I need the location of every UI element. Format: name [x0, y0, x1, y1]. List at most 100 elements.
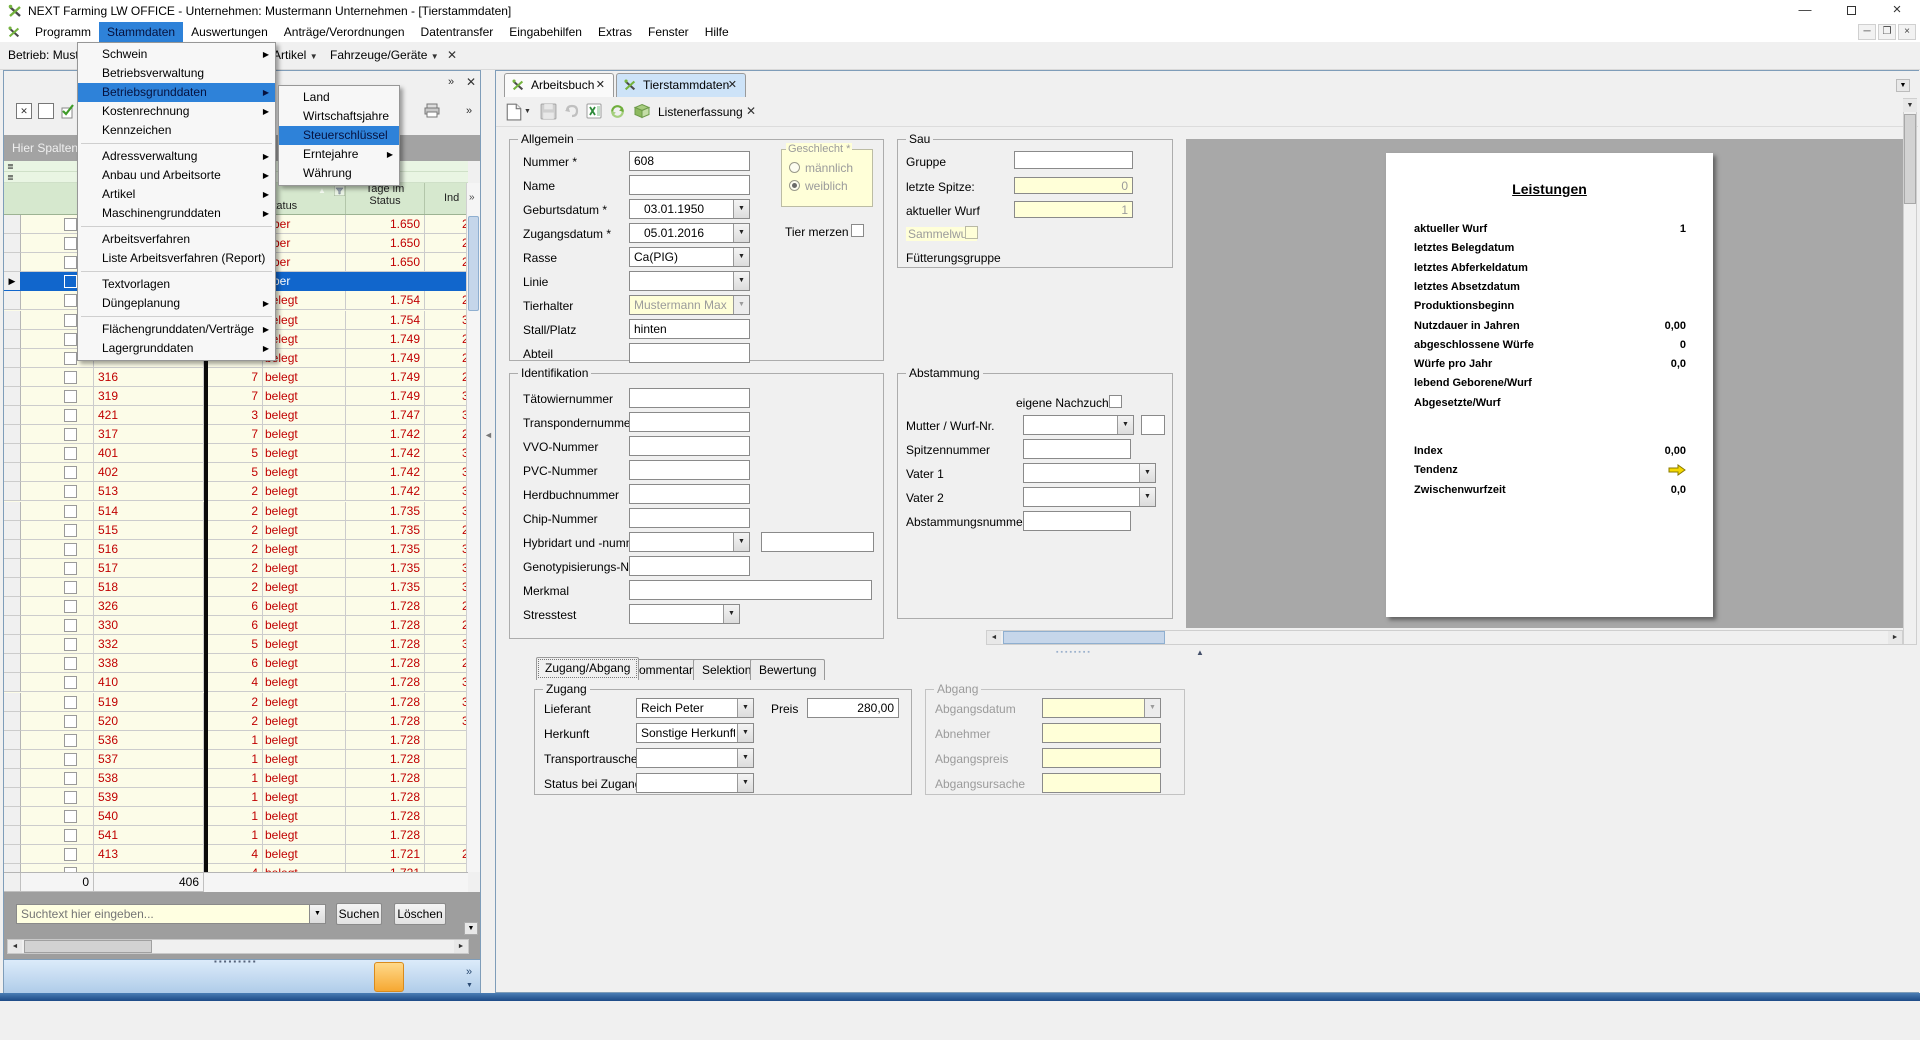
wurf-nr-field[interactable] — [1141, 415, 1165, 435]
overflow-chevron-icon[interactable]: » — [448, 76, 454, 88]
scroll-left-icon[interactable]: ◄ — [8, 940, 22, 953]
mdi-minimize-icon[interactable]: ─ — [1858, 24, 1876, 40]
menubar-item-auswertungen[interactable]: Auswertungen — [183, 22, 276, 42]
menu-item-arbeitsverfahren[interactable]: Arbeitsverfahren — [78, 230, 275, 249]
chip-nummer-field[interactable] — [629, 508, 750, 528]
row-checkbox[interactable] — [64, 581, 77, 594]
menubar-item-hilfe[interactable]: Hilfe — [697, 22, 737, 42]
menu-item-lagergrunddaten[interactable]: Lagergrunddaten▶ — [78, 339, 275, 358]
pig-module-icon[interactable] — [378, 966, 400, 988]
table-row[interactable]: 5192belegt1.7283 — [4, 693, 468, 713]
table-row[interactable]: 5152belegt1.7352 — [4, 521, 468, 541]
tier-merzen-checkbox[interactable] — [851, 224, 864, 237]
artikel-dropdown[interactable]: Artikel ▼ — [273, 48, 318, 62]
menu-item-adressverwaltung[interactable]: Adressverwaltung▶ — [78, 147, 275, 166]
listenerfassung-box-icon[interactable] — [633, 103, 651, 120]
menu-item-wirtschaftsjahre[interactable]: Wirtschaftsjahre — [279, 107, 399, 126]
scrollbar-thumb[interactable] — [1003, 631, 1165, 644]
transpondernummer-field[interactable] — [629, 412, 750, 432]
spitzennummer-field[interactable] — [1023, 439, 1131, 459]
close-button[interactable]: × — [1874, 0, 1920, 22]
menu-item-dngeplanung[interactable]: Düngeplanung▶ — [78, 294, 275, 313]
collapse-left-icon[interactable]: ◄ — [484, 430, 493, 440]
row-checkbox[interactable] — [64, 734, 77, 747]
panel-close-icon[interactable]: ✕ — [466, 75, 476, 89]
toolbar-close-icon[interactable]: ✕ — [447, 48, 457, 62]
mutter-select[interactable]: ▼ — [1023, 415, 1134, 435]
row-checkbox[interactable] — [64, 447, 77, 460]
rasse-select[interactable]: Ca(PIG)▼ — [629, 247, 750, 267]
row-checkbox[interactable] — [64, 772, 77, 785]
genotypisierung-field[interactable] — [629, 556, 750, 576]
scroll-down-icon[interactable]: ▼ — [1903, 99, 1917, 112]
lieferant-select[interactable]: Reich Peter▼ — [636, 698, 754, 718]
table-row[interactable]: 3197belegt1.7493 — [4, 387, 468, 407]
row-checkbox[interactable] — [64, 218, 77, 231]
table-row[interactable]: 4belegt1.721 — [4, 864, 468, 872]
table-row[interactable]: 5182belegt1.7353 — [4, 578, 468, 598]
suchen-button[interactable]: Suchen — [336, 903, 382, 925]
row-checkbox[interactable] — [64, 638, 77, 651]
table-row[interactable]: 3177belegt1.7422 — [4, 425, 468, 445]
scrollbar-thumb[interactable] — [24, 940, 152, 953]
hybridart-select[interactable]: ▼ — [629, 532, 750, 552]
scroll-right-icon[interactable]: ► — [454, 940, 468, 953]
table-row[interactable]: 5401belegt1.728 — [4, 807, 468, 827]
vater1-select[interactable]: ▼ — [1023, 463, 1156, 483]
row-checkbox[interactable] — [64, 390, 77, 403]
refresh-icon[interactable] — [609, 103, 626, 120]
table-horizontal-scrollbar[interactable]: ◄ ► — [7, 939, 469, 954]
menubar-item-stammdaten[interactable]: Stammdaten — [99, 22, 183, 42]
row-checkbox[interactable] — [64, 256, 77, 269]
herdbuchnummer-field[interactable] — [629, 484, 750, 504]
row-checkbox[interactable] — [64, 657, 77, 670]
table-row[interactable]: 4025belegt1.7423 — [4, 463, 468, 483]
row-checkbox[interactable] — [64, 428, 77, 441]
row-checkbox[interactable] — [64, 791, 77, 804]
menubar-item-extras[interactable]: Extras — [590, 22, 640, 42]
maximize-button[interactable] — [1828, 0, 1874, 22]
table-row[interactable]: 3325belegt1.7283 — [4, 635, 468, 655]
menu-item-betriebsverwaltung[interactable]: Betriebsverwaltung — [78, 64, 275, 83]
tab-close-icon[interactable]: ✕ — [596, 78, 605, 91]
row-checkbox[interactable] — [64, 294, 77, 307]
row-checkbox[interactable] — [64, 333, 77, 346]
menu-item-artikel[interactable]: Artikel▶ — [78, 185, 275, 204]
menu-item-kennzeichen[interactable]: Kennzeichen — [78, 121, 275, 140]
transportrausche-select[interactable]: ▼ — [636, 748, 754, 768]
minimize-button[interactable]: — — [1782, 0, 1828, 22]
tab-close-icon[interactable]: ✕ — [728, 78, 737, 91]
row-checkbox[interactable] — [64, 524, 77, 537]
splitter-dots[interactable]: ▪▪▪▪▪▪▪▪▪ — [214, 957, 258, 966]
row-checkbox[interactable] — [64, 829, 77, 842]
row-checkbox[interactable] — [64, 676, 77, 689]
row-checkbox[interactable] — [64, 562, 77, 575]
report-horizontal-scrollbar[interactable]: ◄ ► — [986, 630, 1903, 645]
row-checkbox[interactable] — [64, 485, 77, 498]
zugangsdatum-picker[interactable]: 05.01.2016▼ — [629, 223, 750, 243]
horizontal-splitter[interactable]: ▲ ▪▪▪▪▪▪▪▪ — [496, 647, 1918, 659]
hybridnummer-field[interactable] — [761, 532, 874, 552]
merkmal-field[interactable] — [629, 580, 872, 600]
gruppe-field[interactable] — [1014, 151, 1133, 169]
row-checkbox[interactable] — [64, 505, 77, 518]
splitter-collapse-icon[interactable]: ▲ — [1196, 648, 1204, 657]
search-input[interactable] — [16, 904, 310, 924]
preis-field[interactable] — [807, 698, 899, 718]
scrollbar-thumb[interactable] — [1904, 114, 1916, 204]
table-row[interactable]: 4104belegt1.7283 — [4, 673, 468, 693]
report-vertical-scrollbar[interactable]: ▲ ▼ — [1903, 98, 1917, 645]
tab-arbeitsbuch[interactable]: Arbeitsbuch ✕ — [504, 73, 614, 97]
menu-item-land[interactable]: Land — [279, 88, 399, 107]
printer-icon[interactable] — [424, 103, 440, 119]
stresstest-select[interactable]: ▼ — [629, 604, 740, 624]
stall-field[interactable] — [629, 319, 750, 339]
table-row[interactable]: 5142belegt1.7353 — [4, 502, 468, 522]
column-chooser-icon[interactable]: » — [469, 192, 475, 203]
table-row[interactable]: 4213belegt1.7473 — [4, 406, 468, 426]
new-record-dropdown-icon[interactable]: ▼ — [524, 108, 531, 115]
row-checkbox[interactable] — [64, 371, 77, 384]
seeds-module-icon[interactable] — [318, 966, 340, 988]
row-checkbox[interactable] — [64, 848, 77, 861]
menu-item-erntejahre[interactable]: Erntejahre▶ — [279, 145, 399, 164]
